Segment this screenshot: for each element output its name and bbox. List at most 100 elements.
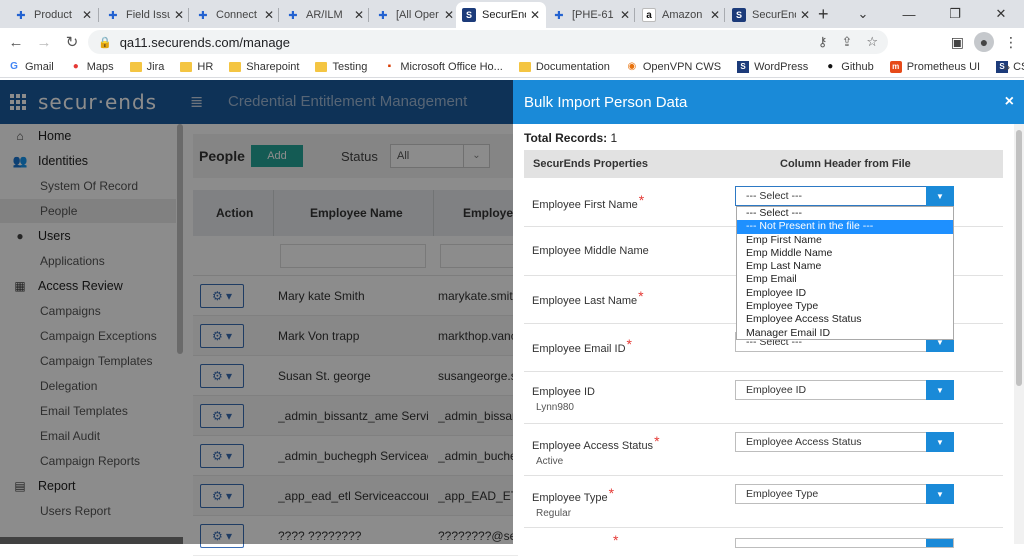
next-column-select[interactable] [735, 538, 954, 548]
bookmark[interactable]: Testing [315, 61, 367, 73]
share-icon[interactable]: ⇪ [841, 34, 852, 50]
bookmark[interactable]: ▪ Microsoft Office Ho... [383, 61, 503, 73]
field-label-text: Employee First Name [532, 199, 638, 211]
google-icon: G [10, 61, 18, 72]
required-mark: * [638, 288, 644, 304]
forward-icon[interactable]: → [32, 34, 56, 51]
dropdown-option-highlighted[interactable]: --- Not Present in the file --- [737, 220, 953, 234]
dropdown-option[interactable]: Emp Last Name [737, 260, 953, 273]
chevron-down-icon[interactable]: ▼ [926, 186, 954, 206]
employee-type-column-select[interactable]: Employee Type ▼ [735, 484, 954, 504]
bookmark[interactable]: Documentation [518, 61, 610, 73]
bookmark[interactable]: SCSV Utility [996, 60, 1024, 73]
securends-icon: S [737, 60, 750, 73]
dropdown-option[interactable]: Emp Middle Name [737, 247, 953, 260]
bookmark[interactable]: m Prometheus UI [889, 60, 980, 73]
total-records-label: Total Records: [524, 131, 608, 145]
tab-title: Product [34, 9, 72, 21]
tab-title: [All Oper [396, 9, 439, 21]
side-panel-icon[interactable]: ▣ [951, 34, 964, 51]
browser-tab-active[interactable]: S SecurEnds ✕ [456, 2, 546, 28]
microsoft-office-icon: ▪ [387, 61, 392, 72]
browser-menu-icon[interactable]: ⋮ [1004, 34, 1018, 51]
close-tab-icon[interactable]: ✕ [82, 8, 92, 22]
bookmarks-overflow-button[interactable]: » [1003, 60, 1010, 74]
securends-icon: S [462, 8, 476, 22]
sample-value: Regular [536, 508, 572, 519]
close-tab-icon[interactable]: ✕ [174, 8, 184, 22]
field-label: Employee Access Status* [532, 433, 660, 452]
folder-icon [229, 61, 242, 72]
chevron-down-icon[interactable]: ▼ [926, 380, 954, 400]
tab-title: Field Issu [126, 9, 170, 21]
bookmark[interactable]: G Gmail [8, 61, 54, 73]
browser-tab[interactable]: ✚ [All Oper ✕ [370, 2, 460, 28]
modal-scrollbar[interactable] [1014, 124, 1024, 544]
minimize-icon[interactable]: — [886, 0, 932, 28]
required-mark: * [654, 433, 660, 449]
reload-icon[interactable]: ↻ [60, 33, 84, 51]
dropdown-option[interactable]: Emp Email [737, 273, 953, 286]
bookmark[interactable]: Jira [129, 61, 164, 73]
url-text[interactable]: qa11.securends.com/manage [120, 35, 290, 50]
column-header-file-header: Column Header from File [780, 158, 911, 170]
close-tab-icon[interactable]: ✕ [354, 8, 364, 22]
bookmark[interactable]: ◉ OpenVPN CWS [626, 61, 721, 73]
close-tab-icon[interactable]: ✕ [264, 8, 274, 22]
tab-title: Amazon [662, 9, 703, 21]
github-icon: ● [827, 61, 834, 72]
restore-icon[interactable]: ❐ [932, 0, 978, 28]
bookmark[interactable]: Sharepoint [229, 61, 299, 73]
back-icon[interactable]: ← [4, 34, 28, 51]
modal-title: Bulk Import Person Data [524, 94, 688, 111]
bookmark[interactable]: ● Github [824, 61, 873, 73]
browser-tab[interactable]: ✚ AR/ILM ✕ [280, 2, 370, 28]
bookmark[interactable]: ● Maps [70, 61, 114, 73]
bookmark[interactable]: S WordPress [737, 60, 808, 73]
bookmark-star-icon[interactable]: ☆ [866, 34, 878, 50]
new-tab-button[interactable]: + [818, 4, 829, 25]
browser-tab[interactable]: S SecurEnd ✕ [726, 2, 816, 28]
maps-pin-icon: ● [72, 61, 79, 72]
modal-backdrop[interactable] [0, 80, 513, 544]
select-value: Employee Access Status [746, 436, 862, 448]
tab-search-icon[interactable]: ⌄ [840, 0, 886, 28]
close-icon[interactable]: × [1005, 93, 1014, 111]
close-tab-icon[interactable]: ✕ [444, 8, 454, 22]
chevron-down-icon[interactable]: ▼ [926, 432, 954, 452]
key-icon[interactable]: ⚷ [818, 34, 828, 50]
window-close-icon[interactable]: ✕ [978, 0, 1024, 28]
close-tab-icon[interactable]: ✕ [620, 8, 630, 22]
browser-tab[interactable]: ✚ Product ✕ [8, 2, 98, 28]
profile-avatar[interactable]: ● [974, 32, 994, 52]
tab-title: [PHE-61 [572, 9, 614, 21]
dropdown-option[interactable]: Employee Type [737, 300, 953, 313]
dropdown-option[interactable]: Employee Access Status [737, 313, 953, 326]
lock-icon[interactable]: 🔒 [98, 36, 112, 49]
dropdown-option[interactable]: --- Select --- [737, 207, 953, 220]
close-tab-icon[interactable]: ✕ [800, 8, 810, 22]
browser-tab[interactable]: ✚ Field Issu ✕ [100, 2, 190, 28]
jira-icon: ✚ [554, 9, 564, 22]
url-bar[interactable]: 🔒 qa11.securends.com/manage ⚷ ⇪ ☆ [88, 30, 888, 54]
browser-tab[interactable]: ✚ [PHE-61 ✕ [546, 2, 636, 28]
browser-tab[interactable]: ✚ Connect ✕ [190, 2, 280, 28]
bookmark-label: HR [197, 60, 214, 73]
dropdown-option[interactable]: Emp First Name [737, 234, 953, 247]
jira-icon: ✚ [288, 9, 298, 22]
chevron-down-icon[interactable]: ▼ [926, 484, 954, 504]
close-tab-icon[interactable]: ✕ [710, 8, 720, 22]
required-mark: * [626, 336, 632, 352]
access-status-column-select[interactable]: Employee Access Status ▼ [735, 432, 954, 452]
employee-id-column-select[interactable]: Employee ID ▼ [735, 380, 954, 400]
bookmark[interactable]: HR [180, 61, 213, 73]
chevron-down-icon[interactable] [926, 539, 953, 547]
close-tab-icon[interactable]: ✕ [530, 8, 540, 22]
jira-icon: ✚ [378, 9, 388, 22]
browser-tab[interactable]: a Amazon ✕ [636, 2, 726, 28]
dropdown-option[interactable]: Employee ID [737, 287, 953, 300]
dropdown-option[interactable]: Manager Email ID [737, 327, 953, 340]
scrollbar-thumb[interactable] [1016, 130, 1022, 386]
tab-title: SecurEnds [482, 9, 526, 21]
first-name-column-select[interactable]: --- Select --- ▼ [735, 186, 954, 206]
